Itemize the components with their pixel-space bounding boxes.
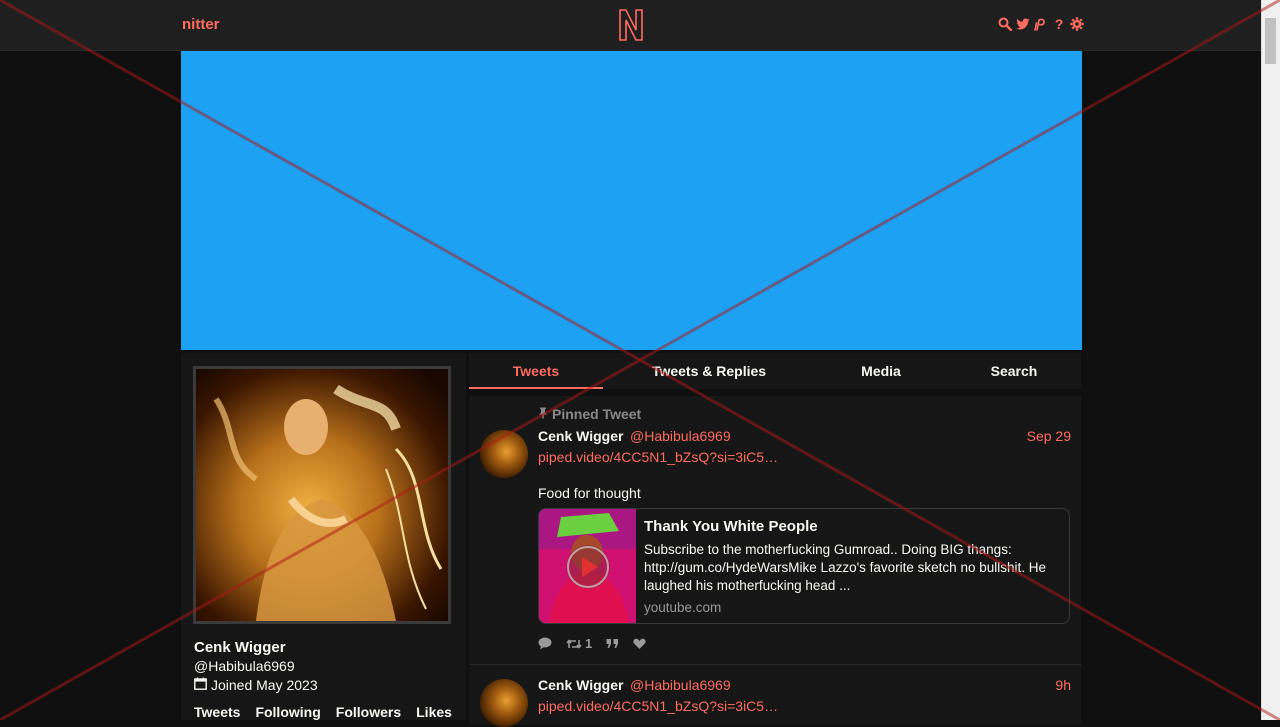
scrollbar-thumb[interactable] — [1265, 18, 1276, 64]
pinned-text: Pinned Tweet — [552, 406, 642, 422]
card-thumbnail[interactable] — [539, 509, 636, 623]
stat-tweets[interactable]: Tweets — [194, 704, 240, 720]
tweet-stats: 1 — [538, 636, 646, 651]
tab-tweets-replies[interactable]: Tweets & Replies — [629, 353, 789, 389]
profile-banner[interactable] — [181, 51, 1082, 350]
stat-following[interactable]: Following — [255, 704, 320, 720]
tweet-item[interactable]: Pinned Tweet Cenk Wigger @Habibula6969 S… — [469, 396, 1081, 665]
tweet-username[interactable]: @Habibula6969 — [630, 428, 731, 444]
tweet-avatar[interactable] — [480, 430, 528, 478]
tweet-item[interactable]: Cenk Wigger @Habibula6969 9h piped.video… — [469, 665, 1081, 727]
retweet-stat[interactable]: 1 — [566, 636, 592, 651]
tweet-text: Food for thought — [538, 485, 641, 501]
tab-media[interactable]: Media — [829, 353, 933, 389]
reply-stat[interactable] — [538, 637, 552, 650]
retweet-count: 1 — [585, 636, 593, 651]
tweet-fullname[interactable]: Cenk Wigger — [538, 677, 623, 693]
profile-username[interactable]: @Habibula6969 — [194, 658, 295, 674]
tweet-date[interactable]: 9h — [1055, 677, 1071, 693]
twitter-icon[interactable] — [1016, 16, 1030, 32]
tab-tweets[interactable]: Tweets — [469, 353, 603, 389]
timeline: Tweets Tweets & Replies Media Search Pin… — [469, 353, 1081, 727]
gear-icon[interactable] — [1070, 16, 1084, 32]
search-icon[interactable] — [998, 16, 1012, 32]
quote-icon — [606, 639, 619, 648]
tweet-fullname[interactable]: Cenk Wigger — [538, 428, 623, 444]
brand-link[interactable]: nitter — [182, 16, 220, 33]
stat-likes[interactable]: Likes — [416, 704, 452, 720]
nitter-logo[interactable] — [617, 8, 645, 45]
tweet-link[interactable]: piped.video/4CC5N1_bZsQ?si=3iC5… — [538, 698, 778, 714]
stat-followers[interactable]: Followers — [336, 704, 401, 720]
page-scrollbar[interactable] — [1261, 0, 1280, 720]
joined-date: Joined May 2023 — [211, 677, 318, 693]
profile-card: Cenk Wigger @Habibula6969 Joined May 202… — [181, 353, 466, 720]
calendar-icon — [194, 677, 207, 693]
retweet-icon — [566, 638, 582, 649]
pinned-label: Pinned Tweet — [538, 406, 641, 422]
profile-avatar[interactable] — [193, 366, 451, 624]
rss-icon[interactable] — [1034, 16, 1048, 32]
profile-joined: Joined May 2023 — [194, 677, 318, 693]
pin-icon — [538, 406, 548, 422]
card-description: Subscribe to the motherfucking Gumroad..… — [644, 542, 1046, 593]
like-stat[interactable] — [633, 638, 646, 650]
card-domain: youtube.com — [644, 600, 722, 615]
comment-icon — [538, 637, 552, 650]
tab-search[interactable]: Search — [963, 353, 1065, 389]
tweet-username[interactable]: @Habibula6969 — [630, 677, 731, 693]
profile-fullname[interactable]: Cenk Wigger — [194, 639, 286, 656]
quote-stat[interactable] — [606, 638, 619, 649]
tweet-date[interactable]: Sep 29 — [1027, 428, 1071, 444]
link-card[interactable]: Thank You White People Subscribe to the … — [538, 508, 1070, 624]
tweet-link[interactable]: piped.video/4CC5N1_bZsQ?si=3iC5… — [538, 449, 778, 465]
profile-stats: Tweets Following Followers Likes — [194, 704, 452, 720]
nav-icons: ? — [998, 16, 1084, 32]
profile-tabs: Tweets Tweets & Replies Media Search — [469, 353, 1081, 389]
help-icon[interactable]: ? — [1052, 16, 1066, 32]
heart-icon — [633, 638, 646, 649]
card-title[interactable]: Thank You White People — [644, 518, 818, 535]
navbar: nitter ? — [0, 0, 1262, 51]
